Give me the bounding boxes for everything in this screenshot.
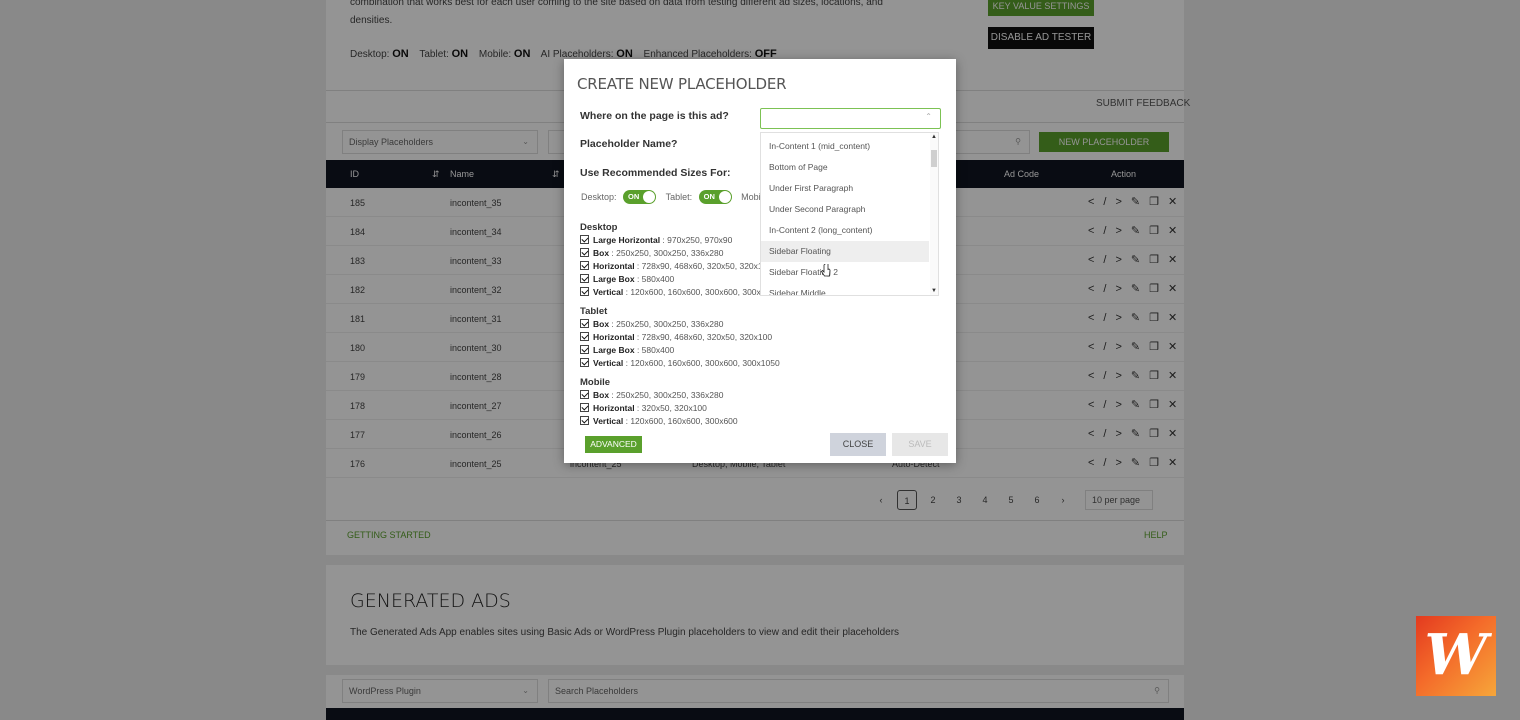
dropdown-option[interactable]: Sidebar Middle	[761, 283, 929, 295]
size-checkbox[interactable]: Large Box : 580x400	[580, 345, 674, 355]
dropdown-option[interactable]: Bottom of Page	[761, 157, 929, 178]
scroll-up-icon[interactable]: ▲	[931, 134, 937, 140]
advanced-button[interactable]: ADVANCED	[585, 436, 642, 453]
name-label: Placeholder Name?	[580, 138, 678, 150]
size-checkbox[interactable]: Vertical : 120x600, 160x600, 300x600, 30…	[580, 287, 780, 297]
checkbox-checked-icon	[580, 403, 589, 412]
ad-location-dropdown: In-Content 1 (mid_content) Bottom of Pag…	[760, 132, 939, 296]
close-button[interactable]: CLOSE	[830, 433, 886, 456]
size-checkbox[interactable]: Horizontal : 320x50, 320x100	[580, 403, 707, 413]
checkbox-checked-icon	[580, 248, 589, 257]
size-checkbox[interactable]: Vertical : 120x600, 160x600, 300x600, 30…	[580, 358, 780, 368]
checkbox-checked-icon	[580, 416, 589, 425]
desktop-section-heading: Desktop	[580, 222, 618, 233]
scroll-down-icon[interactable]: ▼	[931, 288, 937, 294]
checkbox-checked-icon	[580, 235, 589, 244]
checkbox-checked-icon	[580, 287, 589, 296]
hand-cursor-icon	[821, 264, 831, 277]
checkbox-checked-icon	[580, 261, 589, 270]
size-checkbox[interactable]: Vertical : 120x600, 160x600, 300x600	[580, 416, 738, 426]
checkbox-checked-icon	[580, 390, 589, 399]
size-checkbox[interactable]: Box : 250x250, 300x250, 336x280	[580, 248, 723, 258]
checkbox-checked-icon	[580, 319, 589, 328]
size-checkbox[interactable]: Horizontal : 728x90, 468x60, 320x50, 320…	[580, 261, 772, 271]
save-button[interactable]: SAVE	[892, 433, 948, 456]
dropdown-option-highlighted[interactable]: Sidebar Floating	[761, 241, 929, 262]
ad-location-select[interactable]: ⌃	[760, 108, 941, 129]
tablet-section-heading: Tablet	[580, 306, 608, 317]
mobile-section-heading: Mobile	[580, 377, 611, 388]
size-checkbox[interactable]: Large Horizontal : 970x250, 970x90	[580, 235, 732, 245]
size-checkbox[interactable]: Box : 250x250, 300x250, 336x280	[580, 390, 723, 400]
dropdown-scrollbar[interactable]: ▲ ▼	[930, 133, 938, 295]
checkbox-checked-icon	[580, 345, 589, 354]
checkbox-checked-icon	[580, 358, 589, 367]
watermark-logo: W	[1416, 616, 1496, 696]
size-checkbox[interactable]: Large Box : 580x400	[580, 274, 674, 284]
dropdown-option[interactable]: In-Content 2 (long_content)	[761, 220, 929, 241]
size-checkbox[interactable]: Horizontal : 728x90, 468x60, 320x50, 320…	[580, 332, 772, 342]
dropdown-option[interactable]: Sidebar Floating 2	[761, 262, 929, 283]
checkbox-checked-icon	[580, 332, 589, 341]
modal-title: CREATE NEW PLACEHOLDER	[577, 75, 787, 93]
recommended-label: Use Recommended Sizes For:	[580, 167, 731, 179]
scrollbar-thumb[interactable]	[931, 150, 937, 167]
tablet-toggle[interactable]: ON	[698, 190, 732, 204]
size-checkbox[interactable]: Box : 250x250, 300x250, 336x280	[580, 319, 723, 329]
dropdown-option[interactable]: Under Second Paragraph	[761, 199, 929, 220]
checkbox-checked-icon	[580, 274, 589, 283]
chevron-up-icon: ⌃	[925, 112, 932, 121]
dropdown-option[interactable]: In-Content 1 (mid_content)	[761, 136, 929, 157]
desktop-toggle[interactable]: ON	[623, 190, 657, 204]
dropdown-option[interactable]: Under First Paragraph	[761, 178, 929, 199]
where-label: Where on the page is this ad?	[580, 110, 729, 122]
device-toggles: Desktop: ON Tablet: ON Mobile	[581, 190, 768, 204]
